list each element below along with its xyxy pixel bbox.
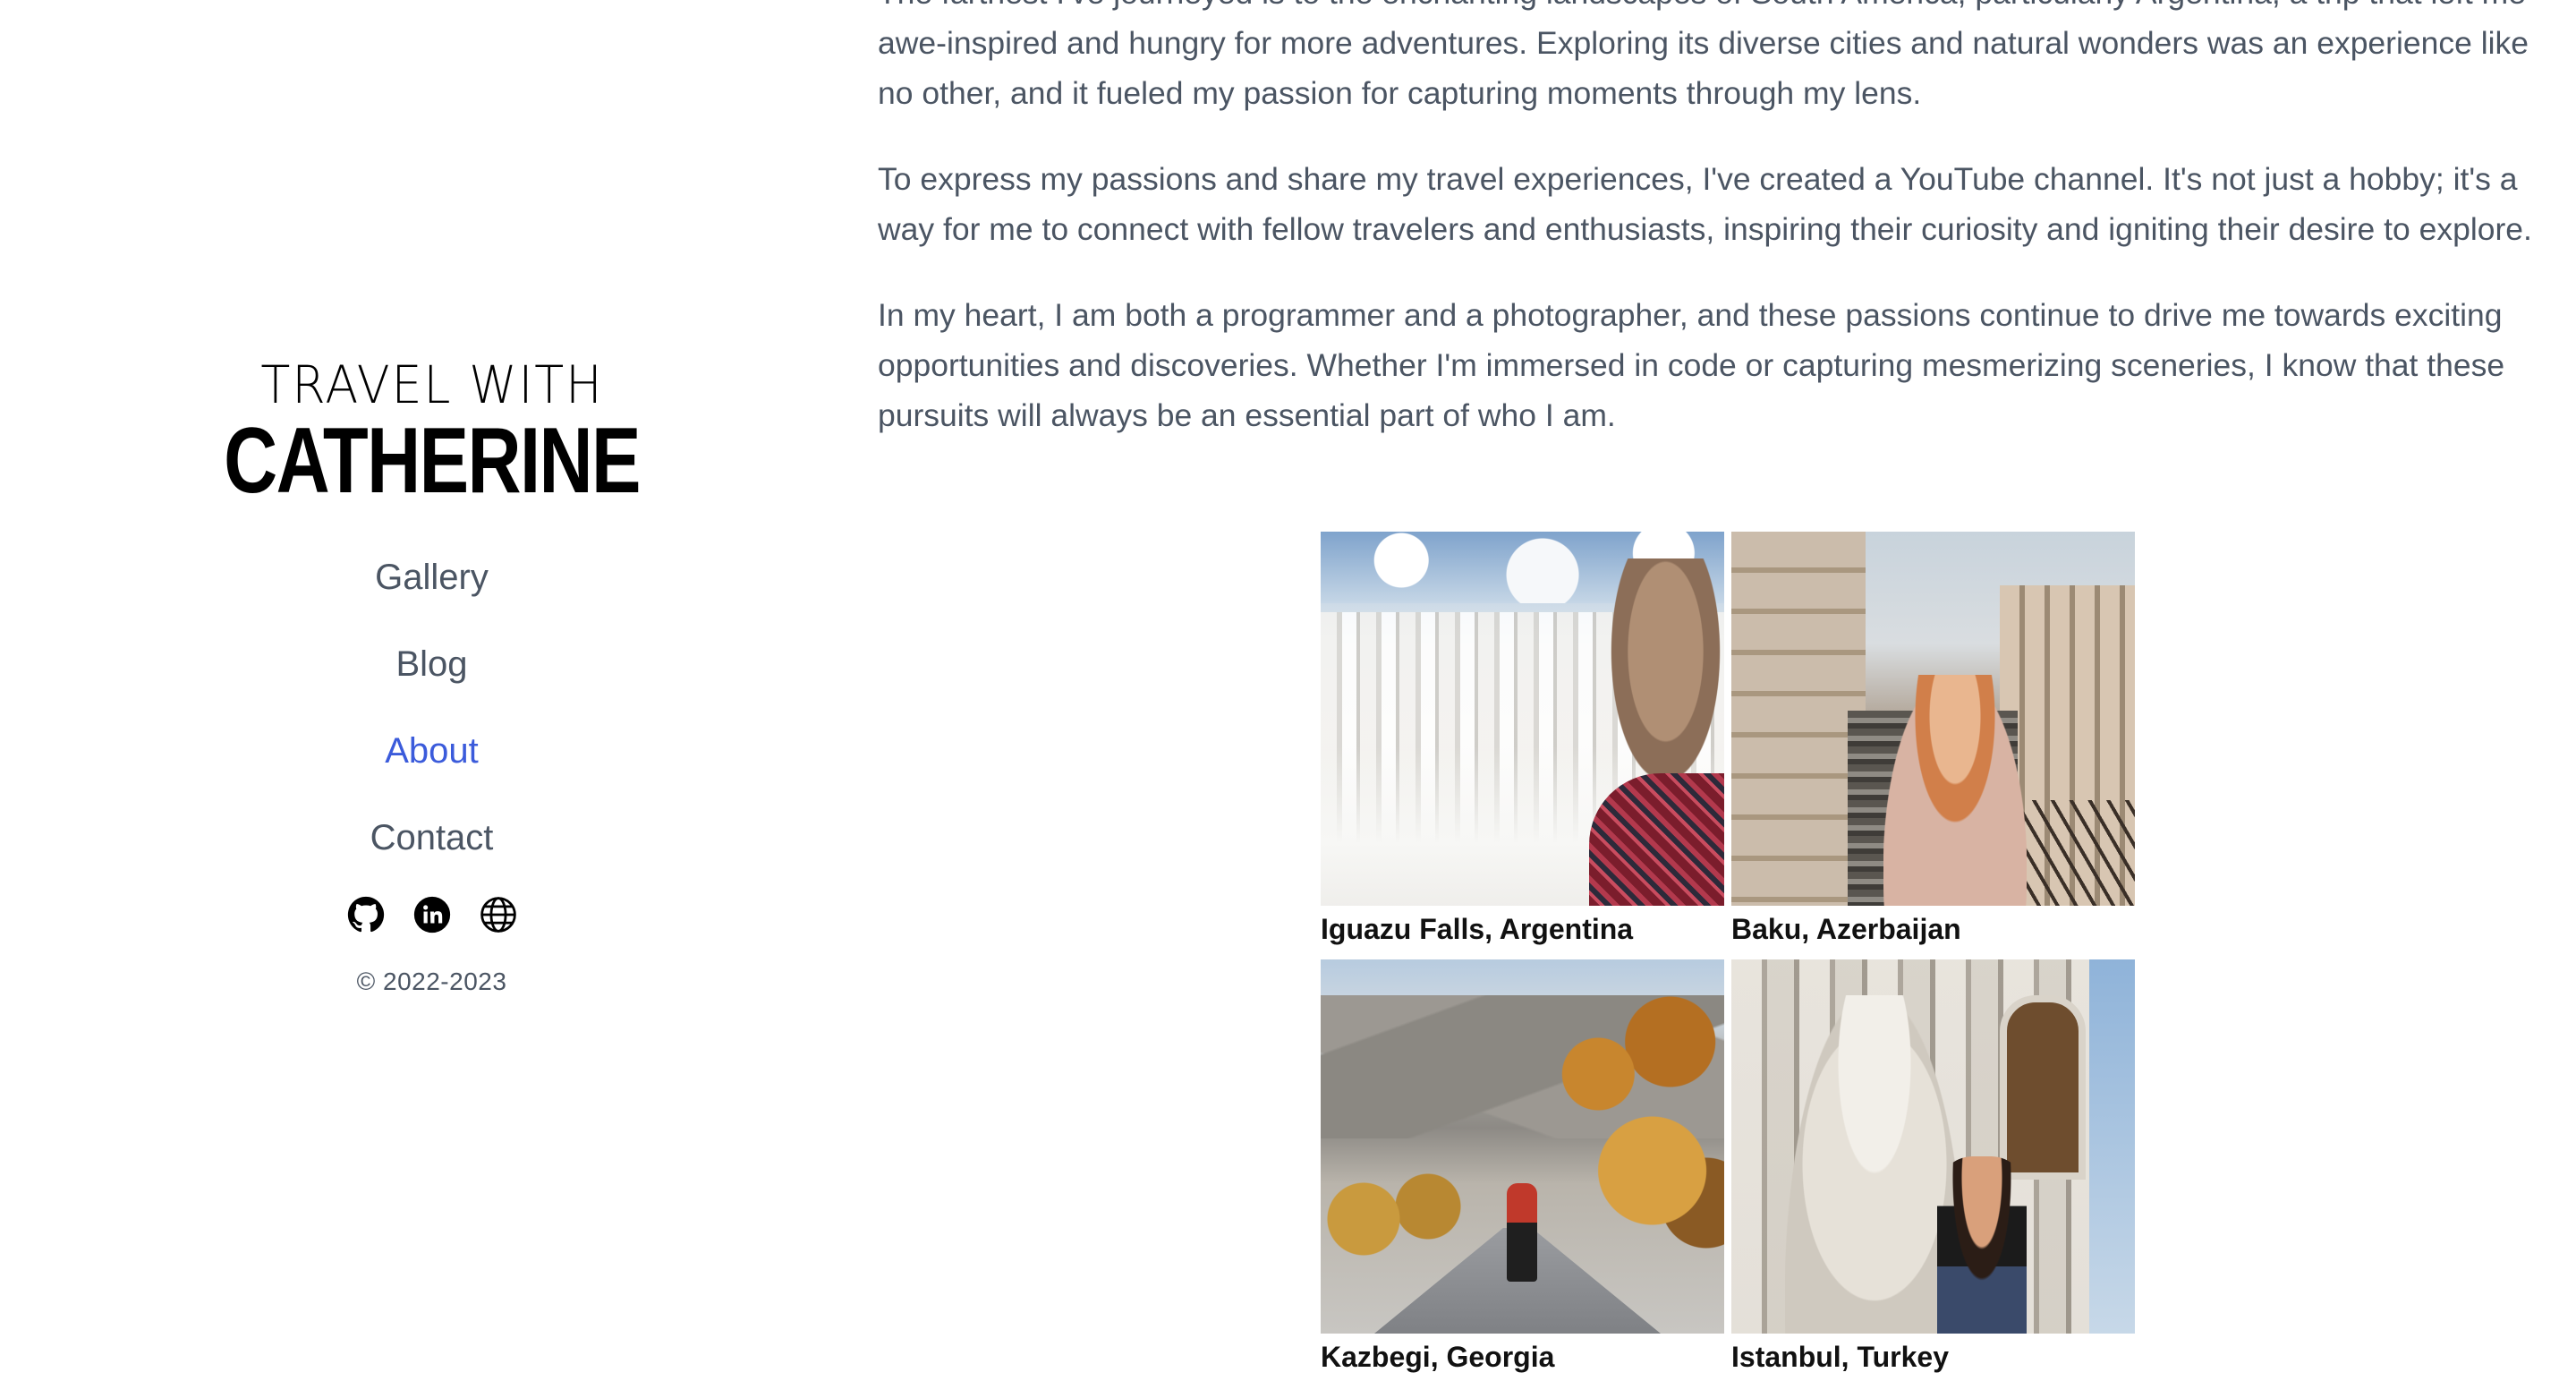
gallery-card: Iguazu Falls, Argentina [1321, 532, 1724, 951]
gallery-card: Baku, Azerbaijan [1731, 532, 2135, 951]
photo-caption: Baku, Azerbaijan [1731, 913, 1961, 945]
nav-link-contact[interactable]: Contact [370, 818, 494, 858]
photo-gallery: Iguazu Falls, Argentina Baku, Azerbaijan… [1321, 532, 2135, 1378]
about-paragraph-1: The farthest I've journeyed is to the en… [878, 0, 2529, 111]
github-link[interactable] [347, 896, 385, 933]
gallery-card: Istanbul, Turkey [1731, 959, 2135, 1378]
photo-caption: Kazbegi, Georgia [1321, 1341, 1555, 1373]
globe-icon [480, 897, 516, 933]
sidebar: TRAVEL WITH CATHERINE Gallery Blog About… [0, 354, 863, 996]
copyright-text: © 2022-2023 [356, 968, 507, 995]
photo-caption: Iguazu Falls, Argentina [1321, 913, 1634, 945]
nav-link-blog[interactable]: Blog [395, 644, 467, 685]
photo-caption: Istanbul, Turkey [1731, 1341, 1950, 1373]
github-icon [347, 896, 384, 933]
brand-logo-link[interactable]: TRAVEL WITH CATHERINE [172, 354, 692, 507]
social-links [347, 896, 517, 933]
nav-item-about: About [385, 708, 479, 795]
nav-item-contact: Contact [370, 795, 494, 882]
gallery-card: Kazbegi, Georgia [1321, 959, 1724, 1378]
brand-line-2: CATHERINE [224, 409, 641, 513]
linkedin-icon [413, 896, 450, 933]
photo-istanbul[interactable] [1731, 959, 2135, 1334]
page: TRAVEL WITH CATHERINE Gallery Blog About… [0, 0, 2576, 1381]
nav-item-blog: Blog [395, 621, 467, 708]
nav-link-gallery[interactable]: Gallery [375, 558, 489, 598]
nav-item-gallery: Gallery [375, 534, 489, 621]
linkedin-link[interactable] [413, 896, 451, 933]
brand-line-1: TRAVEL WITH [259, 354, 604, 415]
about-paragraph-3: In my heart, I am both a programmer and … [878, 297, 2505, 433]
main-nav: Gallery Blog About Contact [370, 534, 494, 882]
photo-iguazu-falls[interactable] [1321, 532, 1724, 906]
about-paragraph-2: To express my passions and share my trav… [878, 161, 2532, 247]
photo-baku[interactable] [1731, 532, 2135, 906]
photo-kazbegi[interactable] [1321, 959, 1724, 1334]
about-content: The farthest I've journeyed is to the en… [878, 0, 2569, 476]
nav-link-about[interactable]: About [385, 731, 479, 771]
website-link[interactable] [480, 896, 517, 933]
